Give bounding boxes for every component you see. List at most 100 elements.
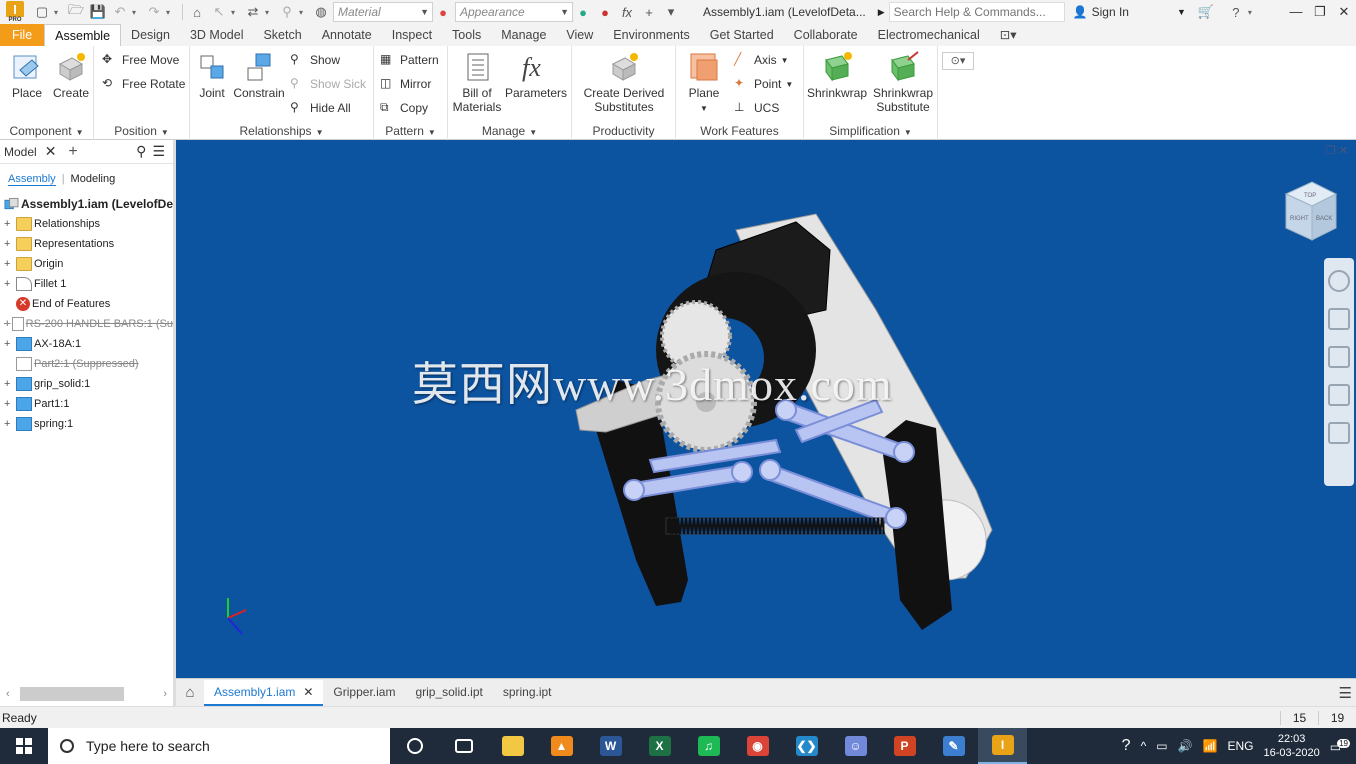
point-button[interactable]: ✦ Point ▼ bbox=[734, 76, 793, 92]
search-icon[interactable]: ⚲ bbox=[136, 143, 146, 160]
orbit-icon[interactable] bbox=[1328, 384, 1350, 406]
battery-icon[interactable]: ▭ bbox=[1156, 739, 1167, 753]
parameters-button[interactable]: fx Parameters bbox=[504, 50, 568, 100]
measure-dropdown-icon[interactable]: ▾ bbox=[299, 8, 307, 17]
tab-file[interactable]: File bbox=[0, 24, 45, 46]
language-indicator[interactable]: ENG bbox=[1227, 739, 1253, 753]
expand-icon[interactable]: + bbox=[4, 418, 16, 430]
create-derived-substitutes-button[interactable]: Create Derived Substitutes bbox=[578, 50, 670, 114]
spotify-icon[interactable]: ♫ bbox=[684, 728, 733, 764]
wifi-icon[interactable]: 📶 bbox=[1203, 739, 1218, 753]
inventor-icon[interactable]: I bbox=[978, 728, 1027, 764]
powerpoint-icon[interactable]: P bbox=[880, 728, 929, 764]
discord-icon[interactable]: ☺ bbox=[831, 728, 880, 764]
signin-dropdown-icon[interactable]: ▼ bbox=[1177, 7, 1186, 17]
tab-modeling[interactable]: Modeling bbox=[71, 173, 116, 185]
show-sick-button[interactable]: ⚲ Show Sick bbox=[290, 76, 366, 92]
expand-icon[interactable]: + bbox=[4, 218, 16, 230]
cart-icon[interactable]: 🛒 bbox=[1196, 2, 1216, 22]
adjust-appearance-icon[interactable]: ● bbox=[573, 2, 593, 22]
update-dropdown-icon[interactable]: ▾ bbox=[265, 8, 273, 17]
notification-icon[interactable]: ▭19 bbox=[1330, 738, 1350, 754]
tree-item[interactable]: + grip_solid:1 bbox=[0, 374, 173, 394]
tree-item[interactable]: + RS-200 HANDLE BARS:1 (Su bbox=[0, 314, 173, 334]
ribbon-options-icon[interactable]: ⊡▾ bbox=[990, 24, 1027, 46]
expand-icon[interactable]: + bbox=[4, 238, 16, 250]
customize-icon[interactable]: ▾ bbox=[661, 2, 681, 22]
shrinkwrap-substitute-button[interactable]: Shrinkwrap Substitute bbox=[870, 50, 936, 114]
tree-root[interactable]: Assembly1.iam (LevelofDe bbox=[0, 194, 173, 214]
select-dropdown-icon[interactable]: ▾ bbox=[231, 8, 239, 17]
viewport-restore-icon[interactable]: ❐ ✕ bbox=[1326, 145, 1348, 157]
redo-dropdown-icon[interactable]: ▾ bbox=[166, 8, 174, 17]
tree-item[interactable]: ✕ End of Features bbox=[0, 294, 173, 314]
free-rotate-button[interactable]: ⟲ Free Rotate bbox=[102, 76, 185, 92]
scroll-left-icon[interactable]: ‹ bbox=[6, 688, 10, 700]
file-explorer-icon[interactable] bbox=[488, 728, 537, 764]
update-icon[interactable]: ⇄ bbox=[243, 2, 263, 22]
restore-icon[interactable]: ❐ bbox=[1308, 4, 1332, 20]
tree-item[interactable]: + Origin bbox=[0, 254, 173, 274]
tab-electromechanical[interactable]: Electromechanical bbox=[868, 24, 990, 46]
browser-hscrollbar[interactable]: ‹ › bbox=[0, 684, 173, 704]
tree-item[interactable]: + AX-18A:1 bbox=[0, 334, 173, 354]
create-button[interactable]: Create bbox=[50, 50, 92, 100]
pan-icon[interactable] bbox=[1328, 308, 1350, 330]
expand-icon[interactable]: + bbox=[4, 338, 16, 350]
undo-icon[interactable]: ↶ bbox=[110, 2, 130, 22]
vscode-icon[interactable]: ❮❯ bbox=[782, 728, 831, 764]
viewcube-right-label[interactable]: RIGHT bbox=[1290, 216, 1309, 222]
mirror-button[interactable]: ◫ Mirror bbox=[380, 76, 431, 92]
help-tray-icon[interactable]: ? bbox=[1122, 737, 1131, 755]
search-commands-input[interactable] bbox=[888, 2, 1065, 22]
select-icon[interactable]: ↖ bbox=[209, 2, 229, 22]
excel-icon[interactable]: X bbox=[635, 728, 684, 764]
sign-in-button[interactable]: 👤 Sign In bbox=[1073, 5, 1129, 19]
material-combo[interactable]: Material ▼ bbox=[333, 2, 433, 22]
taskbar-search-box[interactable]: Type here to search bbox=[48, 728, 390, 764]
tree-item[interactable]: + spring:1 bbox=[0, 414, 173, 434]
axis-button[interactable]: ╱ Axis ▼ bbox=[734, 52, 789, 68]
tab-sketch[interactable]: Sketch bbox=[253, 24, 311, 46]
joint-button[interactable]: Joint bbox=[194, 50, 230, 100]
close-icon[interactable]: ✕ bbox=[1332, 4, 1356, 20]
viewcube-top-label[interactable]: TOP bbox=[1304, 193, 1316, 199]
tab-design[interactable]: Design bbox=[121, 24, 180, 46]
ribbon-customize-icon[interactable]: ⊙▾ bbox=[942, 52, 974, 70]
doc-tab-spring[interactable]: spring.ipt bbox=[493, 680, 562, 706]
tab-tools[interactable]: Tools bbox=[442, 24, 491, 46]
volume-icon[interactable]: 🔊 bbox=[1178, 739, 1193, 753]
expand-icon[interactable]: + bbox=[4, 318, 12, 330]
show-button[interactable]: ⚲ Show bbox=[290, 52, 340, 68]
tab-annotate[interactable]: Annotate bbox=[312, 24, 382, 46]
bill-of-materials-button[interactable]: Bill of Materials bbox=[452, 50, 502, 114]
doc-tab-grip-solid[interactable]: grip_solid.ipt bbox=[405, 680, 492, 706]
tab-inspect[interactable]: Inspect bbox=[382, 24, 442, 46]
shrinkwrap-button[interactable]: Shrinkwrap bbox=[806, 50, 868, 100]
tab-assembly[interactable]: Assembly bbox=[8, 173, 56, 186]
help-icon[interactable]: ? bbox=[1226, 2, 1246, 22]
help-dropdown-icon[interactable]: ▾ bbox=[1248, 8, 1256, 17]
new-dropdown-icon[interactable]: ▾ bbox=[54, 8, 62, 17]
tree-item[interactable]: + Representations bbox=[0, 234, 173, 254]
chrome-icon[interactable]: ◉ bbox=[733, 728, 782, 764]
tab-environments[interactable]: Environments bbox=[603, 24, 699, 46]
material-sphere-icon[interactable]: ◍ bbox=[311, 2, 331, 22]
doc-tab-gripper[interactable]: Gripper.iam bbox=[323, 680, 405, 706]
appearance-combo[interactable]: Appearance ▼ bbox=[455, 2, 573, 22]
expand-icon[interactable]: + bbox=[4, 258, 16, 270]
tab-assemble[interactable]: Assemble bbox=[44, 24, 122, 46]
panel-label-position[interactable]: Position ▼ bbox=[94, 124, 189, 138]
steering-wheel-icon[interactable] bbox=[1328, 270, 1350, 292]
expand-icon[interactable]: + bbox=[4, 398, 16, 410]
expand-icon[interactable]: + bbox=[4, 278, 16, 290]
tree-item[interactable]: + Fillet 1 bbox=[0, 274, 173, 294]
ucs-button[interactable]: ⊥ UCS bbox=[734, 100, 779, 116]
tab-collaborate[interactable]: Collaborate bbox=[784, 24, 868, 46]
open-icon[interactable]: 🗁 bbox=[66, 2, 86, 22]
appearance-sphere-icon[interactable]: ● bbox=[433, 2, 453, 22]
place-button[interactable]: Place bbox=[6, 50, 48, 100]
plane-button[interactable]: Plane ▼ bbox=[680, 50, 728, 116]
scroll-thumb[interactable] bbox=[19, 687, 124, 701]
inventor-app-icon[interactable]: I PRO bbox=[6, 1, 24, 23]
